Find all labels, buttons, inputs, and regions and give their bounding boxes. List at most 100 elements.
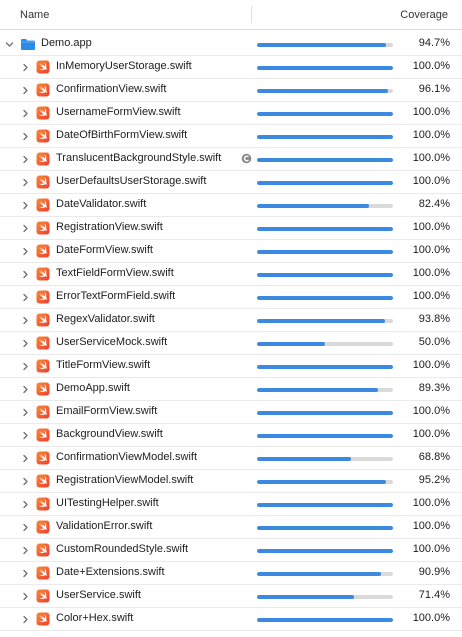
file-label: InMemoryUserStorage.swift (56, 60, 192, 72)
chevron-right-icon[interactable] (20, 245, 30, 257)
chevron-right-icon[interactable] (20, 61, 30, 73)
coverage-row[interactable]: EmailFormView.swift 100.0% (0, 401, 462, 424)
coverage-row[interactable]: TranslucentBackgroundStyle.swift 100.0% (0, 148, 462, 171)
coverage-row[interactable]: RegistrationView.swift 100.0% (0, 217, 462, 240)
swift-file-icon (36, 520, 50, 534)
chevron-right-icon[interactable] (20, 268, 30, 280)
swift-file-icon (36, 60, 50, 74)
coverage-percent: 100.0% (412, 543, 450, 555)
coverage-bar-fill (257, 549, 393, 553)
coverage-percent: 100.0% (412, 290, 450, 302)
coverage-bar-fill (257, 273, 393, 277)
swift-file-icon (36, 244, 50, 258)
chevron-right-icon[interactable] (20, 84, 30, 96)
chevron-right-icon[interactable] (20, 590, 30, 602)
coverage-row[interactable]: UITestingHelper.swift 100.0% (0, 493, 462, 516)
coverage-percent: 96.1% (418, 83, 450, 95)
coverage-bar-fill (257, 135, 393, 139)
file-label: DemoApp.swift (56, 382, 130, 394)
coverage-percent: 82.4% (418, 198, 450, 210)
chevron-right-icon[interactable] (20, 498, 30, 510)
chevron-right-icon[interactable] (20, 383, 30, 395)
coverage-row[interactable]: ValidationError.swift 100.0% (0, 516, 462, 539)
coverage-row[interactable]: UserDefaultsUserStorage.swift 100.0% (0, 171, 462, 194)
chevron-right-icon[interactable] (20, 222, 30, 234)
chevron-down-icon[interactable] (4, 38, 14, 50)
coverage-percent: 100.0% (412, 129, 450, 141)
coverage-row-demo-app[interactable]: Demo.app 94.7% (0, 33, 462, 56)
swift-file-icon (36, 267, 50, 281)
chevron-right-icon[interactable] (20, 314, 30, 326)
chevron-right-icon[interactable] (20, 544, 30, 556)
coverage-row[interactable]: RegistrationViewModel.swift 95.2% (0, 470, 462, 493)
coverage-row[interactable]: Date+Extensions.swift 90.9% (0, 562, 462, 585)
coverage-row[interactable]: ConfirmationViewModel.swift 68.8% (0, 447, 462, 470)
chevron-right-icon[interactable] (20, 337, 30, 349)
coverage-row[interactable]: ConfirmationView.swift 96.1% (0, 79, 462, 102)
coverage-percent: 90.9% (418, 566, 450, 578)
coverage-percent: 100.0% (412, 497, 450, 509)
coverage-row[interactable]: DateFormView.swift 100.0% (0, 240, 462, 263)
coverage-bar (257, 158, 393, 162)
coverage-bar (257, 480, 393, 484)
coverage-percent: 95.2% (418, 474, 450, 486)
file-label: RegistrationView.swift (56, 221, 163, 233)
chevron-right-icon[interactable] (20, 291, 30, 303)
swift-file-icon (36, 129, 50, 143)
swift-file-icon (36, 198, 50, 212)
chevron-right-icon[interactable] (20, 567, 30, 579)
coverage-percent: 100.0% (412, 244, 450, 256)
chevron-right-icon[interactable] (20, 360, 30, 372)
coverage-percent: 68.8% (418, 451, 450, 463)
chevron-right-icon[interactable] (20, 153, 30, 165)
swift-file-icon (36, 428, 50, 442)
coverage-bar (257, 388, 393, 392)
coverage-percent: 100.0% (412, 175, 450, 187)
coverage-row[interactable]: UserService.swift 71.4% (0, 585, 462, 608)
chevron-right-icon[interactable] (20, 429, 30, 441)
coverage-row[interactable]: DateOfBirthFormView.swift 100.0% (0, 125, 462, 148)
column-divider[interactable] (251, 6, 252, 23)
root-label: Demo.app (41, 37, 92, 49)
chevron-right-icon[interactable] (20, 475, 30, 487)
coverage-row[interactable]: BackgroundView.swift 100.0% (0, 424, 462, 447)
coverage-bar-fill (257, 181, 393, 185)
coverage-row[interactable]: UsernameFormView.swift 100.0% (0, 102, 462, 125)
coverage-row[interactable]: RegexValidator.swift 93.8% (0, 309, 462, 332)
file-label: CustomRoundedStyle.swift (56, 543, 189, 555)
swift-file-icon (36, 83, 50, 97)
file-label: TranslucentBackgroundStyle.swift (56, 152, 222, 164)
chevron-right-icon[interactable] (20, 199, 30, 211)
coverage-percent: 100.0% (412, 428, 450, 440)
coverage-row[interactable]: UserServiceMock.swift 50.0% (0, 332, 462, 355)
coverage-bar (257, 181, 393, 185)
file-label: Color+Hex.swift (56, 612, 134, 624)
coverage-bar-fill (257, 296, 393, 300)
column-header-coverage[interactable]: Coverage (400, 9, 448, 21)
coverage-percent: 89.3% (418, 382, 450, 394)
chevron-right-icon[interactable] (20, 130, 30, 142)
coverage-bar-fill (257, 388, 379, 392)
coverage-row[interactable]: DemoApp.swift 89.3% (0, 378, 462, 401)
coverage-bar (257, 66, 393, 70)
coverage-row[interactable]: TitleFormView.swift 100.0% (0, 355, 462, 378)
coverage-row[interactable]: TextFieldFormView.swift 100.0% (0, 263, 462, 286)
coverage-row[interactable]: CustomRoundedStyle.swift 100.0% (0, 539, 462, 562)
coverage-row[interactable]: InMemoryUserStorage.swift 100.0% (0, 56, 462, 79)
chevron-right-icon[interactable] (20, 406, 30, 418)
chevron-right-icon[interactable] (20, 176, 30, 188)
coverage-bar-fill (257, 503, 393, 507)
chevron-right-icon[interactable] (20, 613, 30, 625)
folder-icon (20, 38, 36, 51)
chevron-right-icon[interactable] (20, 521, 30, 533)
column-header-name[interactable]: Name (20, 9, 49, 21)
file-label: DateOfBirthFormView.swift (56, 129, 188, 141)
coverage-row[interactable]: DateValidator.swift 82.4% (0, 194, 462, 217)
chevron-right-icon[interactable] (20, 452, 30, 464)
coverage-bar (257, 89, 393, 93)
coverage-bar-fill (257, 526, 393, 530)
coverage-row[interactable]: Color+Hex.swift 100.0% (0, 608, 462, 631)
coverage-row[interactable]: ErrorTextFormField.swift 100.0% (0, 286, 462, 309)
chevron-right-icon[interactable] (20, 107, 30, 119)
swift-file-icon (36, 382, 50, 396)
